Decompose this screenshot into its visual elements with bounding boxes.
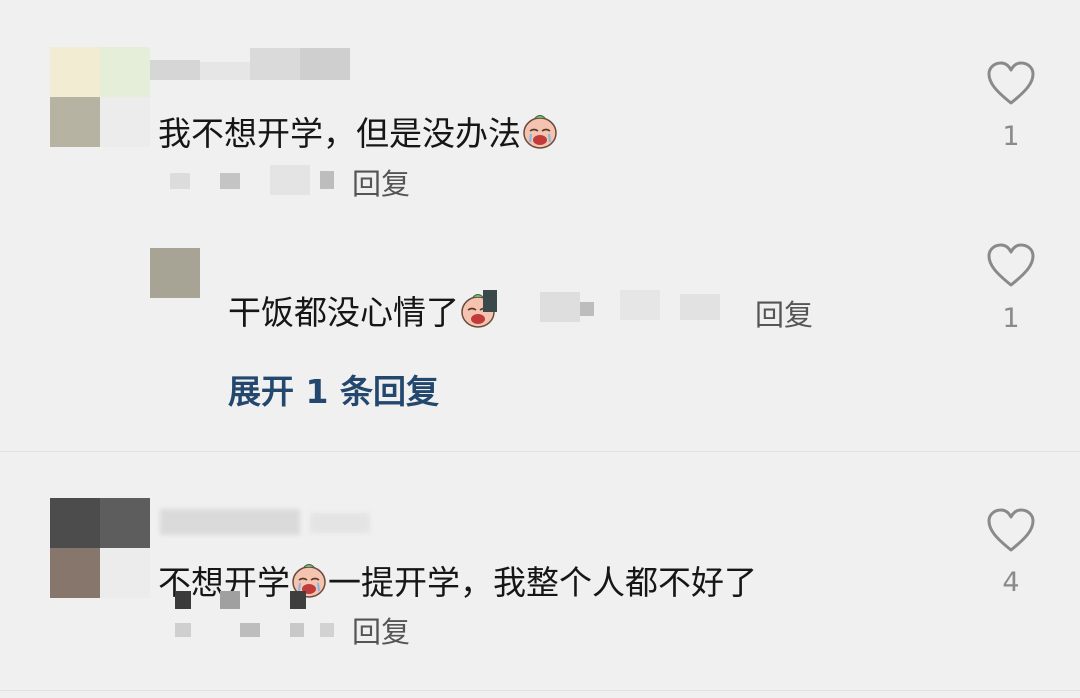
divider bbox=[0, 690, 1080, 691]
heart-outline-icon[interactable] bbox=[986, 243, 1036, 289]
expand-replies-button[interactable]: 展开 1 条回复 bbox=[228, 365, 439, 413]
meta-obscured bbox=[150, 165, 340, 195]
like-count: 1 bbox=[1002, 121, 1020, 152]
divider bbox=[0, 451, 1080, 452]
username-obscured[interactable] bbox=[150, 505, 380, 535]
reply-text: 干饭都没心情了 bbox=[228, 290, 497, 333]
avatar[interactable] bbox=[50, 498, 150, 598]
heart-outline-icon[interactable] bbox=[986, 508, 1036, 554]
comment-text: 我不想开学，但是没办法 bbox=[158, 111, 559, 154]
reply-button[interactable]: 回复 bbox=[755, 292, 813, 334]
avatar[interactable] bbox=[150, 248, 200, 298]
username-obscured[interactable] bbox=[150, 48, 350, 80]
meta-obscured bbox=[540, 288, 740, 326]
like-count: 1 bbox=[1002, 303, 1020, 334]
avatar[interactable] bbox=[50, 47, 150, 147]
reply-button[interactable]: 回复 bbox=[352, 161, 410, 203]
crying-face-emoji bbox=[461, 290, 497, 328]
meta-obscured bbox=[150, 585, 340, 641]
like-count: 4 bbox=[1002, 567, 1020, 598]
heart-outline-icon[interactable] bbox=[986, 61, 1036, 107]
reply-button[interactable]: 回复 bbox=[352, 609, 410, 651]
crying-face-emoji bbox=[523, 115, 557, 149]
